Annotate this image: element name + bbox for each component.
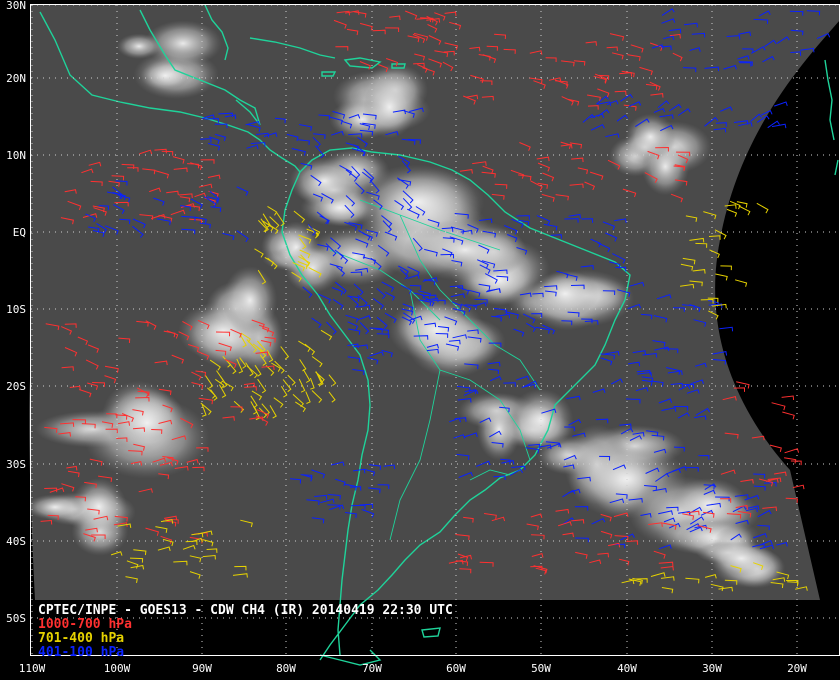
wind-barb bbox=[719, 326, 734, 332]
wind-barb bbox=[774, 101, 788, 107]
wind-barb bbox=[726, 208, 738, 217]
wind-barb bbox=[784, 448, 800, 454]
lon-label-40w: 40W bbox=[617, 662, 637, 675]
falklands-coast bbox=[421, 627, 441, 638]
lon-label-110w: 110W bbox=[19, 662, 46, 675]
lon-label-90w: 90W bbox=[192, 662, 212, 675]
lat-label-30n: 30N bbox=[6, 0, 26, 12]
lat-label-40s: 40S bbox=[6, 535, 26, 548]
satellite-wind-map: 30N 20N 10N EQ 10S 20S 30S 40S 50S 110W … bbox=[6, 0, 840, 675]
wind-barb bbox=[720, 265, 732, 271]
lon-label-60w: 60W bbox=[446, 662, 466, 675]
wind-barb bbox=[771, 402, 786, 411]
wind-barb bbox=[771, 123, 787, 129]
lat-label-50s: 50S bbox=[6, 612, 26, 625]
cloud-blob bbox=[388, 296, 485, 363]
africa-coast bbox=[824, 59, 839, 176]
lat-label-eq: EQ bbox=[13, 226, 26, 239]
wind-barb bbox=[792, 484, 805, 490]
cloud-blob bbox=[363, 75, 416, 139]
lon-label-20w: 20W bbox=[787, 662, 807, 675]
legend-high-level: 401-100 hPa bbox=[38, 645, 125, 660]
wind-barb bbox=[715, 273, 728, 281]
wind-barb bbox=[738, 205, 751, 216]
cloud-blob bbox=[707, 540, 775, 577]
lon-label-80w: 80W bbox=[276, 662, 296, 675]
cloud-blob bbox=[404, 218, 526, 282]
lon-label-100w: 100W bbox=[104, 662, 131, 675]
lon-label-50w: 50W bbox=[531, 662, 551, 675]
cloud-blob bbox=[222, 266, 278, 335]
lat-label-10s: 10S bbox=[6, 303, 26, 316]
lon-label-30w: 30W bbox=[702, 662, 722, 675]
wind-barb bbox=[782, 411, 795, 420]
lat-label-20n: 20N bbox=[6, 72, 26, 85]
wind-barb bbox=[734, 279, 748, 287]
legend-low-level: 1000-700 hPa bbox=[38, 617, 132, 632]
legend-mid-level: 701-400 hPa bbox=[38, 631, 125, 646]
wind-barb bbox=[781, 395, 795, 401]
cloud-blob bbox=[476, 398, 522, 461]
lat-label-30s: 30S bbox=[6, 458, 26, 471]
cloud-blob bbox=[106, 390, 188, 456]
latitude-labels: 30N 20N 10N EQ 10S 20S 30S 40S 50S bbox=[6, 0, 26, 625]
cloud-blob bbox=[140, 60, 191, 91]
lon-label-70w: 70W bbox=[362, 662, 382, 675]
lat-label-20s: 20S bbox=[6, 380, 26, 393]
wind-barb bbox=[756, 202, 769, 214]
lat-label-10n: 10N bbox=[6, 149, 26, 162]
longitude-labels: 110W 100W 90W 80W 70W 60W 50W 40W 30W 20… bbox=[19, 662, 808, 675]
map-title: CPTEC/INPE - GOES13 - CDW CH4 (IR) 20140… bbox=[38, 603, 453, 618]
